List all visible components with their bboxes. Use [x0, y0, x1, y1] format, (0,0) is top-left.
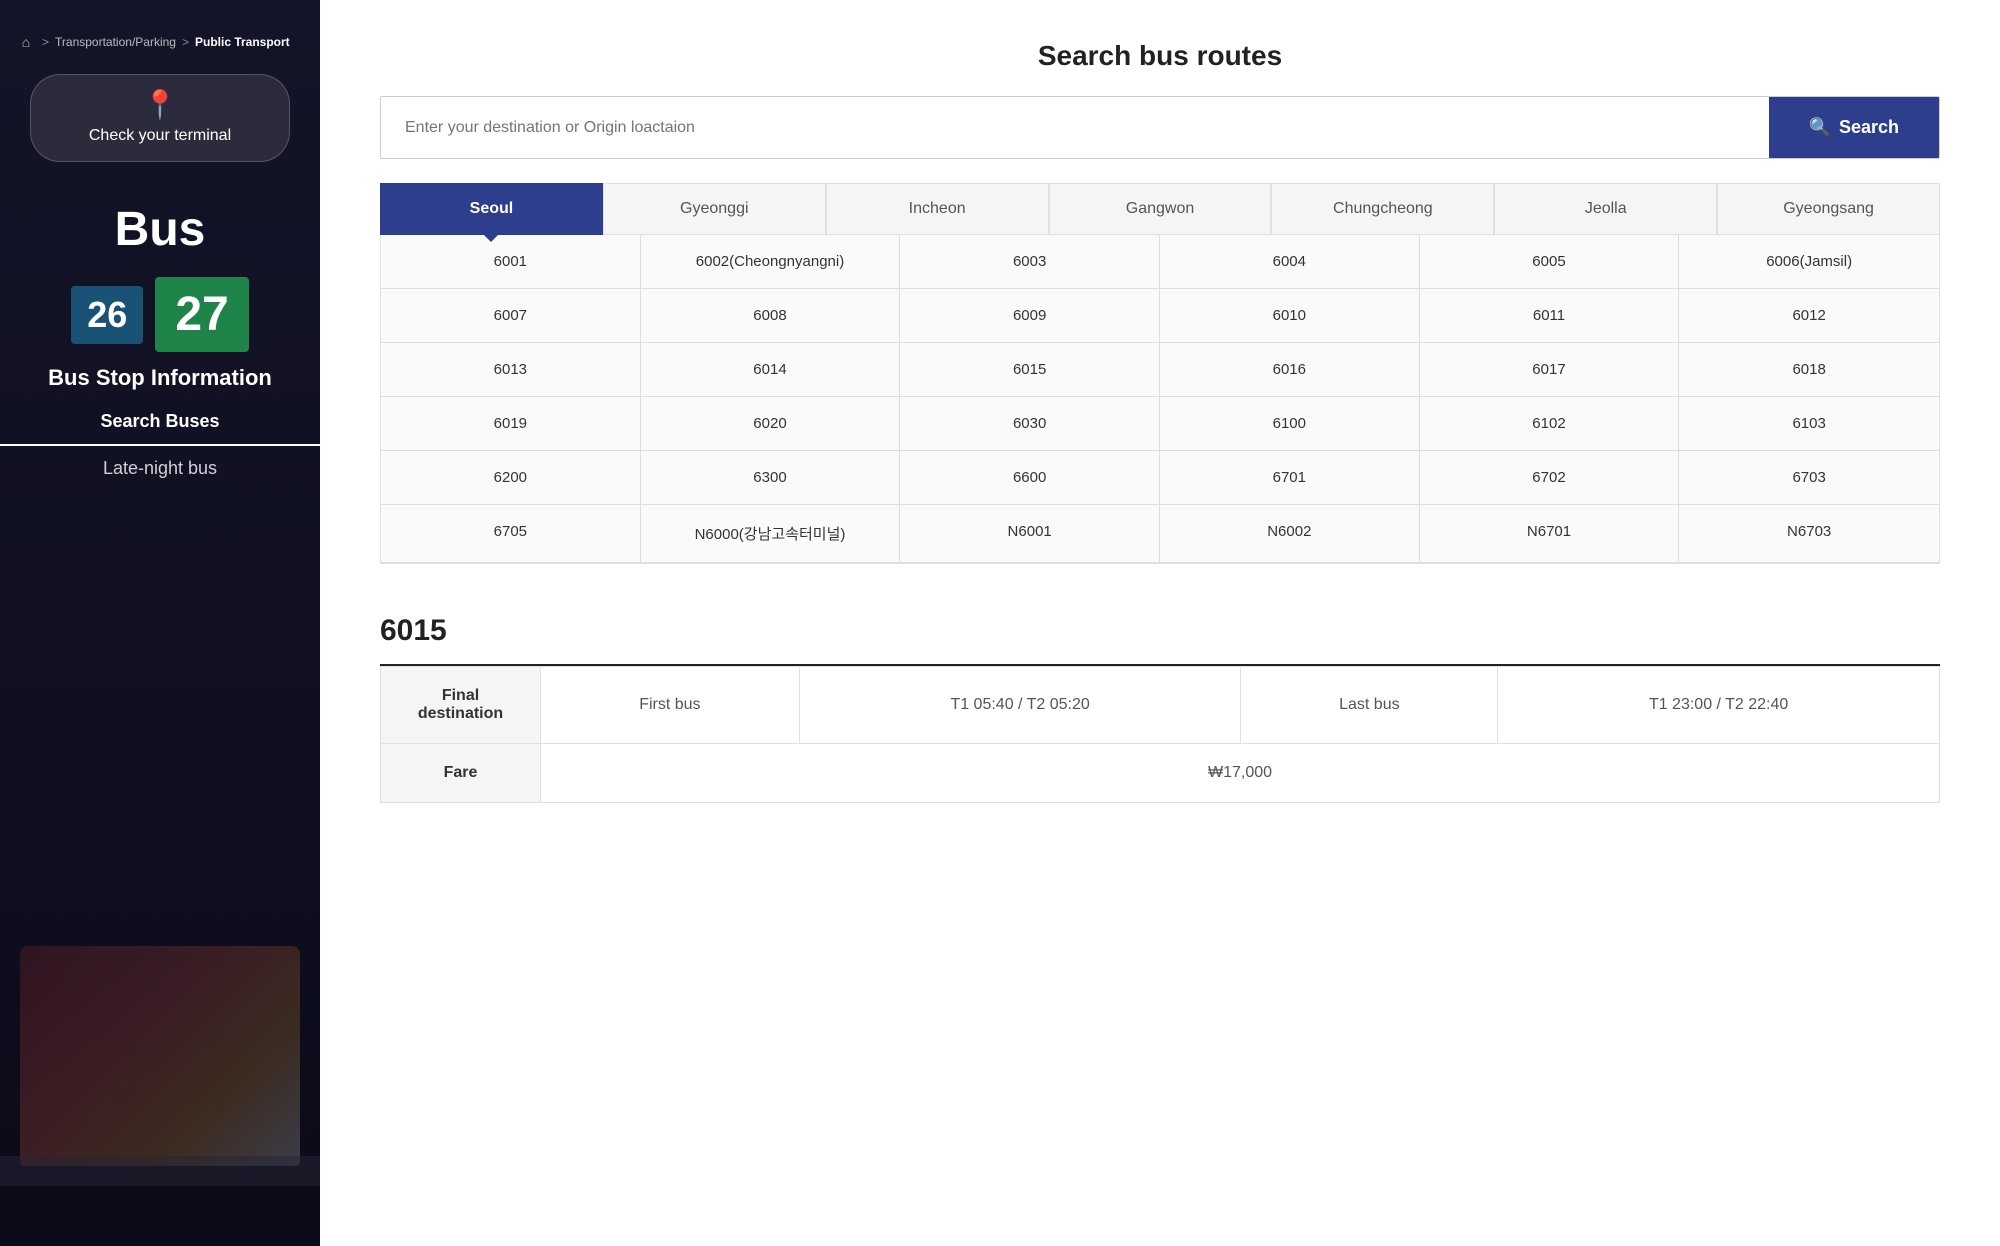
route-cell[interactable]: 6030	[900, 397, 1160, 451]
breadcrumb-sep-2: >	[182, 35, 189, 49]
route-cell[interactable]: 6008	[641, 289, 901, 343]
route-cell[interactable]: 6003	[900, 235, 1160, 289]
tab-gyeonggi[interactable]: Gyeonggi	[603, 183, 826, 235]
bus-title: Bus	[115, 202, 206, 257]
route-cell[interactable]: 6703	[1679, 451, 1939, 505]
route-cell[interactable]: 6006(Jamsil)	[1679, 235, 1939, 289]
route-grid-container: 60016002(Cheongnyangni)6003600460056006(…	[380, 235, 1940, 564]
bus-stop-info-label: Bus Stop Information	[48, 365, 272, 391]
last-bus-value: T1 23:00 / T2 22:40	[1498, 667, 1940, 744]
sidebar: ⌂ > Transportation/Parking > Public Tran…	[0, 0, 320, 1246]
route-cell[interactable]: 6200	[381, 451, 641, 505]
tab-seoul[interactable]: Seoul	[380, 183, 603, 235]
search-icon: 🔍	[1809, 117, 1831, 138]
fare-label: Fare	[381, 744, 541, 803]
route-cell[interactable]: 6018	[1679, 343, 1939, 397]
tab-incheon[interactable]: Incheon	[826, 183, 1049, 235]
route-cell[interactable]: 6103	[1679, 397, 1939, 451]
route-cell[interactable]: 6009	[900, 289, 1160, 343]
search-button-label: Search	[1839, 117, 1899, 138]
fare-value: ₩17,000	[541, 744, 1940, 803]
route-cell[interactable]: 6020	[641, 397, 901, 451]
route-cell[interactable]: 6019	[381, 397, 641, 451]
route-cell[interactable]: 6705	[381, 505, 641, 563]
route-cell[interactable]: 6001	[381, 235, 641, 289]
tab-jeolla[interactable]: Jeolla	[1494, 183, 1717, 235]
number-display: 26 27	[71, 277, 248, 352]
region-tabs: Seoul Gyeonggi Incheon Gangwon Chungcheo…	[380, 183, 1940, 235]
nav-search-buses[interactable]: Search Buses	[0, 399, 320, 446]
route-cell[interactable]: 6012	[1679, 289, 1939, 343]
search-input[interactable]	[381, 97, 1769, 158]
route-detail: 6015 Final destination First bus T1 05:4…	[380, 614, 1940, 803]
route-cell[interactable]: N6001	[900, 505, 1160, 563]
large-number: 27	[155, 277, 248, 352]
route-cell[interactable]: N6002	[1160, 505, 1420, 563]
first-bus-label: First bus	[541, 667, 800, 744]
detail-table: Final destination First bus T1 05:40 / T…	[380, 666, 1940, 803]
page-title: Search bus routes	[380, 40, 1940, 72]
route-cell[interactable]: 6005	[1420, 235, 1680, 289]
route-cell[interactable]: 6015	[900, 343, 1160, 397]
small-number: 26	[71, 286, 143, 344]
breadcrumb: ⌂ > Transportation/Parking > Public Tran…	[0, 20, 320, 64]
route-cell[interactable]: 6102	[1420, 397, 1680, 451]
route-detail-title: 6015	[380, 614, 1940, 648]
route-cell[interactable]: 6007	[381, 289, 641, 343]
nav-latenight-bus[interactable]: Late-night bus	[0, 446, 320, 493]
tab-gangwon[interactable]: Gangwon	[1049, 183, 1272, 235]
terminal-button-label: Check your terminal	[89, 127, 231, 145]
route-cell[interactable]: 6014	[641, 343, 901, 397]
route-cell[interactable]: 6011	[1420, 289, 1680, 343]
main-content: Search bus routes 🔍 Search Seoul Gyeongg…	[320, 0, 2000, 1246]
route-cell[interactable]: 6004	[1160, 235, 1420, 289]
breadcrumb-item-2[interactable]: Public Transport	[195, 35, 290, 49]
route-cell[interactable]: 6702	[1420, 451, 1680, 505]
route-cell[interactable]: 6100	[1160, 397, 1420, 451]
home-icon[interactable]: ⌂	[16, 32, 36, 52]
route-cell[interactable]: 6600	[900, 451, 1160, 505]
route-cell[interactable]: 6017	[1420, 343, 1680, 397]
search-button[interactable]: 🔍 Search	[1769, 97, 1939, 158]
route-grid: 60016002(Cheongnyangni)6003600460056006(…	[381, 235, 1939, 563]
destination-label: Final destination	[381, 667, 541, 744]
breadcrumb-sep-1: >	[42, 35, 49, 49]
route-cell[interactable]: 6013	[381, 343, 641, 397]
tab-gyeongsang[interactable]: Gyeongsang	[1717, 183, 1940, 235]
search-bar: 🔍 Search	[380, 96, 1940, 159]
route-cell[interactable]: 6300	[641, 451, 901, 505]
first-bus-value: T1 05:40 / T2 05:20	[799, 667, 1241, 744]
route-cell[interactable]: N6000(강남고속터미널)	[641, 505, 901, 563]
last-bus-label: Last bus	[1241, 667, 1498, 744]
route-cell[interactable]: 6701	[1160, 451, 1420, 505]
route-cell[interactable]: N6703	[1679, 505, 1939, 563]
route-cell[interactable]: N6701	[1420, 505, 1680, 563]
tab-chungcheong[interactable]: Chungcheong	[1271, 183, 1494, 235]
route-cell[interactable]: 6010	[1160, 289, 1420, 343]
table-row-destination: Final destination First bus T1 05:40 / T…	[381, 667, 1940, 744]
terminal-button[interactable]: 📍 Check your terminal	[30, 74, 290, 162]
location-icon: 📍	[143, 91, 178, 119]
breadcrumb-item-1[interactable]: Transportation/Parking	[55, 35, 176, 49]
route-cell[interactable]: 6002(Cheongnyangni)	[641, 235, 901, 289]
route-cell[interactable]: 6016	[1160, 343, 1420, 397]
table-row-fare: Fare ₩17,000	[381, 744, 1940, 803]
